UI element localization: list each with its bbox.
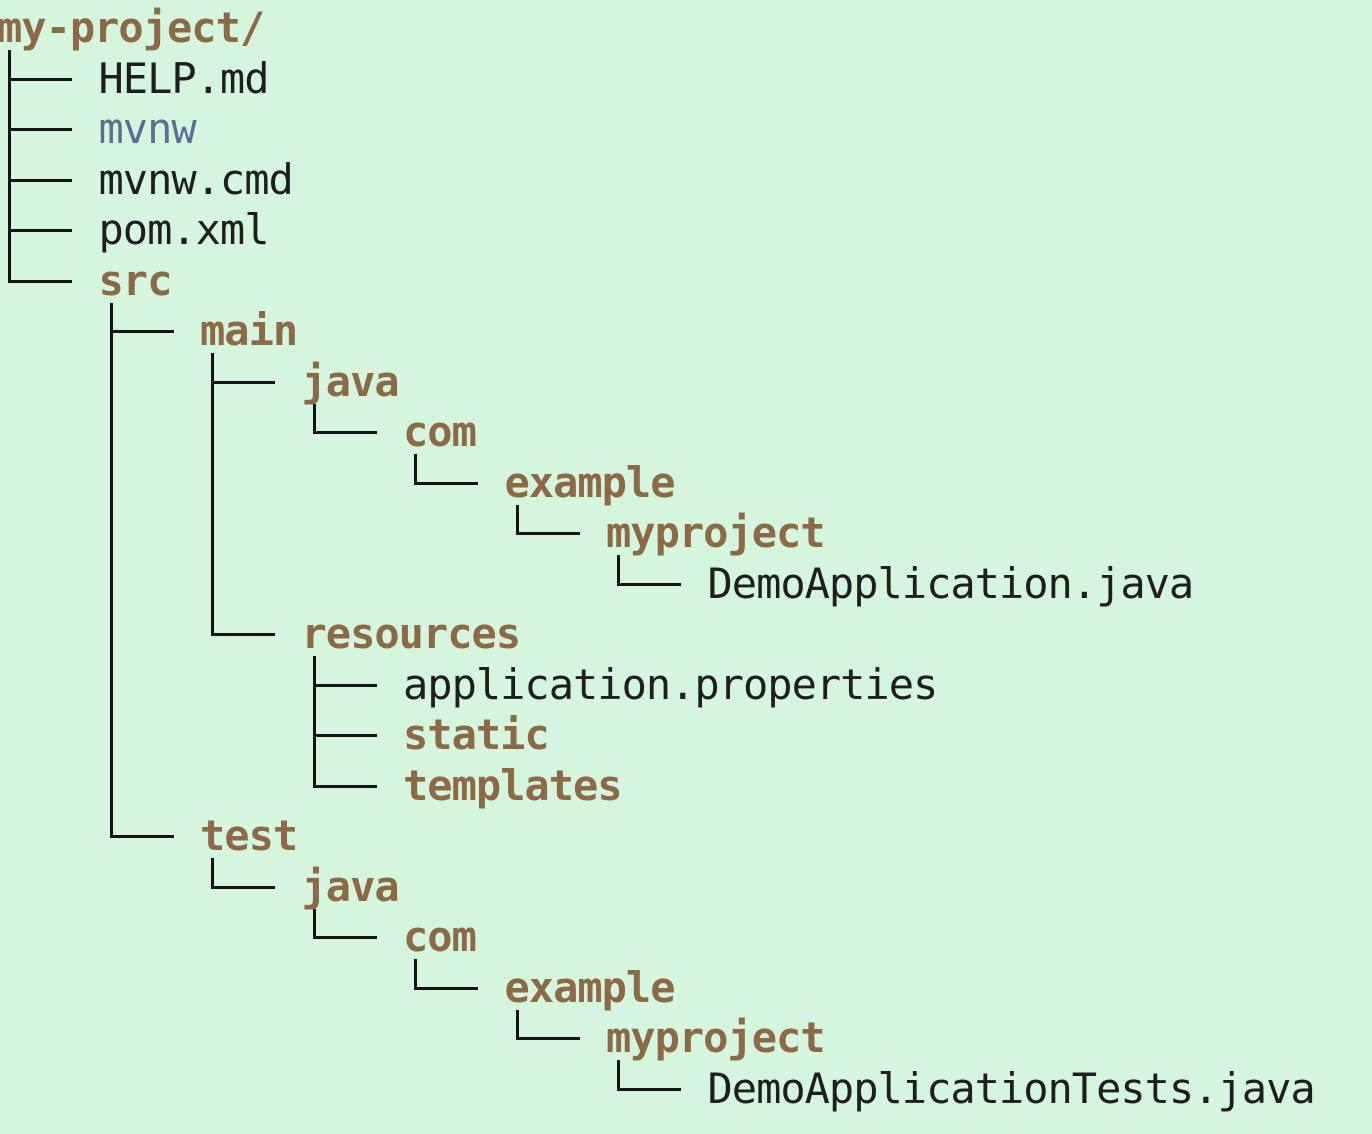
- tree-item-src-main[interactable]: main: [200, 310, 298, 352]
- connector-horizontal-main-example: [414, 481, 478, 485]
- connector-horizontal-pom-xml: [8, 229, 72, 232]
- tree-item-demo-application-java[interactable]: DemoApplication.java: [708, 562, 1195, 605]
- connector-vertical-main-myproject: [515, 504, 519, 534]
- connector-horizontal-static: [312, 734, 377, 737]
- tree-item-test-example[interactable]: example: [505, 966, 676, 1009]
- tree-item-templates[interactable]: templates: [403, 764, 623, 807]
- connector-vertical-main-example: [414, 454, 417, 484]
- connector-horizontal-templates: [312, 784, 377, 788]
- tree-item-test-java[interactable]: java: [302, 865, 400, 908]
- tree-item-main-example[interactable]: example: [505, 461, 676, 504]
- connector-horizontal-test-myproject: [515, 1037, 580, 1040]
- connector-horizontal-demo-application-java: [617, 582, 681, 586]
- tree-item-mvnw[interactable]: mvnw: [99, 108, 197, 150]
- connector-horizontal-mvnw: [8, 128, 72, 131]
- connector-vertical-demo-application-tests-java: [617, 1060, 620, 1090]
- tree-item-help-md[interactable]: HELP.md: [99, 57, 270, 100]
- connector-vertical-test-java: [211, 858, 214, 888]
- connector-vertical-src: [8, 50, 11, 282]
- tree-item-main-com[interactable]: com: [403, 411, 477, 453]
- connector-vertical-test-com: [312, 908, 316, 938]
- connector-horizontal-main-resources: [211, 633, 275, 636]
- connector-vertical-test-myproject: [515, 1009, 519, 1039]
- connector-vertical-src-test: [109, 302, 113, 837]
- tree-item-test-myproject[interactable]: myproject: [606, 1017, 826, 1059]
- tree-item-main-resources[interactable]: resources: [302, 613, 522, 655]
- connector-horizontal-application-properties: [312, 683, 377, 687]
- tree-item-demo-application-tests-java[interactable]: DemoApplicationTests.java: [708, 1067, 1316, 1110]
- tree-item-application-properties[interactable]: application.properties: [403, 663, 938, 706]
- connector-vertical-demo-application-java: [617, 555, 620, 585]
- tree-root[interactable]: my-project/: [0, 7, 265, 49]
- tree-item-test-com[interactable]: com: [403, 916, 477, 958]
- connector-horizontal-main-myproject: [515, 532, 580, 535]
- tree-item-main-java[interactable]: java: [302, 360, 400, 403]
- connector-horizontal-mvnw-cmd: [8, 178, 72, 182]
- tree-item-static[interactable]: static: [403, 714, 550, 756]
- tree-item-main-myproject[interactable]: myproject: [606, 512, 826, 554]
- connector-horizontal-test-com: [312, 936, 377, 939]
- connector-vertical-main-com: [312, 403, 316, 433]
- connector-horizontal-help-md: [8, 77, 72, 81]
- connector-horizontal-test-example: [414, 986, 478, 990]
- connector-horizontal-src-test: [109, 835, 174, 838]
- connector-horizontal-main-com: [312, 431, 377, 434]
- project-tree: my-project/ HELP.md mvnw mvnw.cmd pom.xml sr…: [0, 0, 1372, 1134]
- connector-horizontal-demo-application-tests-java: [617, 1087, 681, 1091]
- tree-item-mvnw-cmd[interactable]: mvnw.cmd: [99, 158, 294, 201]
- connector-horizontal-main-java: [211, 380, 275, 384]
- tree-item-pom-xml[interactable]: pom.xml: [99, 209, 270, 251]
- connector-vertical-main-resources: [211, 353, 214, 635]
- connector-vertical-templates: [312, 656, 316, 787]
- connector-horizontal-src: [8, 279, 72, 283]
- connector-vertical-test-example: [414, 959, 417, 989]
- tree-item-src-test[interactable]: test: [200, 815, 298, 857]
- tree-item-src[interactable]: src: [99, 259, 173, 302]
- connector-horizontal-src-main: [109, 330, 174, 333]
- connector-horizontal-test-java: [211, 885, 275, 889]
